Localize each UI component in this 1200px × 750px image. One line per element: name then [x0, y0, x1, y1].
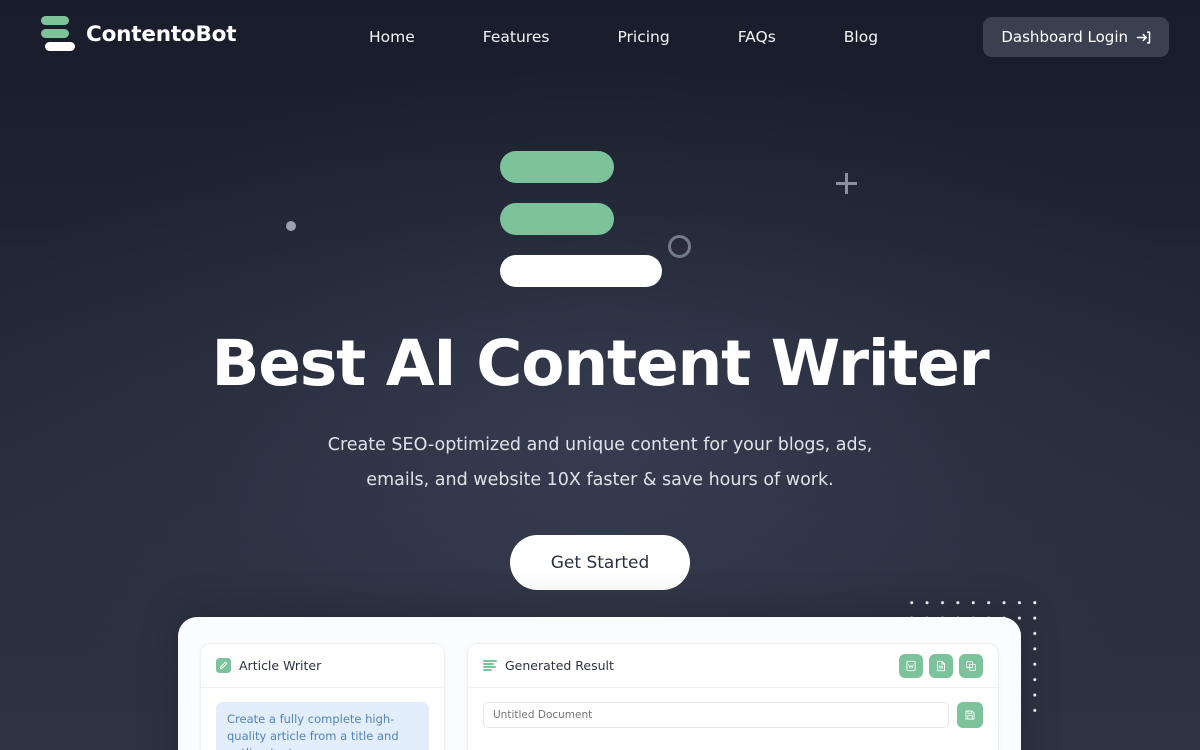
nav-item-pricing[interactable]: Pricing: [583, 26, 703, 48]
top-navigation-bar: ContentoBot Home Features Pricing FAQs B…: [0, 0, 1200, 74]
article-writer-title: Article Writer: [239, 658, 322, 673]
export-word-button[interactable]: [899, 653, 923, 678]
export-text-button[interactable]: [929, 653, 953, 678]
ring-decoration-icon: [668, 235, 691, 258]
sign-in-arrow-icon: [1136, 30, 1151, 45]
article-writer-info-text: Create a fully complete high-quality art…: [216, 702, 429, 750]
plus-decoration-icon: [836, 173, 857, 194]
hero-subheading-line-1: Create SEO-optimized and unique content …: [327, 435, 873, 455]
nav-item-features[interactable]: Features: [449, 26, 584, 48]
hero-subheading: Create SEO-optimized and unique content …: [0, 428, 1200, 498]
hero-cta-container: Get Started: [0, 535, 1200, 590]
generated-result-header: Generated Result: [468, 644, 998, 688]
hero-logo-mark-icon: [500, 151, 700, 287]
nav-item-faqs[interactable]: FAQs: [704, 26, 810, 48]
dashboard-login-button[interactable]: Dashboard Login: [983, 17, 1169, 57]
text-lines-icon: [483, 659, 497, 672]
generated-result-actions: [899, 653, 983, 678]
nav-item-home[interactable]: Home: [362, 26, 449, 48]
brand-logo[interactable]: ContentoBot: [41, 16, 237, 53]
hero-subheading-line-2: emails, and website 10X faster & save ho…: [366, 470, 834, 490]
hero-headline: Best AI Content Writer: [211, 327, 989, 400]
dashboard-login-label: Dashboard Login: [1001, 28, 1128, 46]
pencil-edit-icon: [216, 658, 231, 673]
get-started-button[interactable]: Get Started: [509, 535, 691, 590]
nav-links: Home Features Pricing FAQs Blog: [362, 26, 912, 48]
article-writer-panel: Article Writer Create a fully complete h…: [200, 643, 445, 750]
document-name-input[interactable]: [483, 702, 949, 728]
save-document-button[interactable]: [957, 702, 983, 728]
dot-decoration-icon: [286, 221, 296, 231]
copy-button[interactable]: [959, 653, 983, 678]
page-root: ContentoBot Home Features Pricing FAQs B…: [0, 0, 1200, 750]
generated-result-panel: Generated Result: [467, 643, 999, 750]
nav-item-blog[interactable]: Blog: [810, 26, 912, 48]
article-writer-body: Create a fully complete high-quality art…: [201, 688, 444, 750]
document-name-row: [483, 702, 983, 728]
article-writer-header: Article Writer: [201, 644, 444, 688]
generated-result-body: [468, 688, 998, 750]
stacked-bars-logo-icon: [41, 16, 75, 53]
brand-name: ContentoBot: [86, 22, 237, 47]
generated-result-title: Generated Result: [505, 658, 614, 673]
app-preview-card: Article Writer Create a fully complete h…: [178, 617, 1021, 750]
